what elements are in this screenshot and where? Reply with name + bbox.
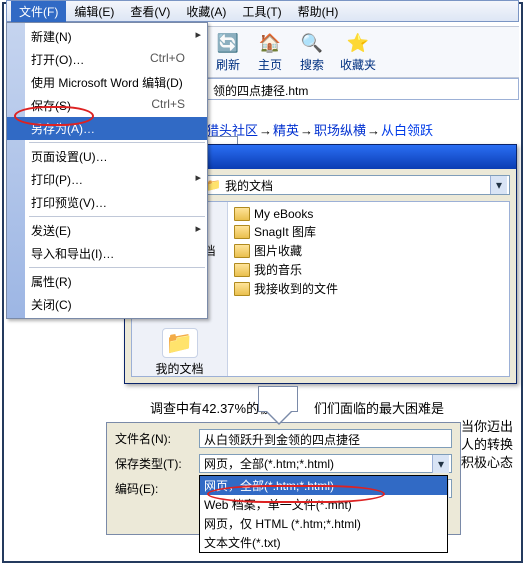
crumb-link[interactable]: 精英	[273, 123, 299, 138]
savetype-combo[interactable]: 网页，全部(*.htm;*.html)	[199, 454, 452, 473]
menu-item[interactable]: 新建(N)	[7, 25, 207, 48]
breadcrumb: 猎头社区→精英→职场纵横→从白领跃	[206, 120, 519, 139]
callout-arrow-icon	[258, 386, 298, 412]
toolbar-主页[interactable]: 🏠主页	[256, 32, 284, 73]
toolbar-收藏夹[interactable]: ⭐收藏夹	[340, 32, 376, 73]
home-icon: 🏠	[256, 32, 284, 56]
menu-edit[interactable]: 编辑(E)	[66, 1, 122, 22]
menu-tools[interactable]: 工具(T)	[234, 1, 289, 22]
menu-item[interactable]: 使用 Microsoft Word 编辑(D)	[7, 71, 207, 94]
folder-item[interactable]: My eBooks	[232, 206, 505, 222]
menu-item[interactable]: 发送(E)	[7, 219, 207, 242]
toolbar-label: 收藏夹	[340, 56, 376, 73]
folder-name: 我接收到的文件	[254, 280, 338, 297]
place-label: 我的文档	[138, 360, 222, 377]
crumb-link[interactable]: 职场纵横	[314, 123, 366, 138]
address-bar[interactable]: 领的四点捷径.htm	[206, 78, 519, 100]
folder-icon	[234, 207, 250, 221]
folder-item[interactable]: SnagIt 图库	[232, 222, 505, 241]
menu-item[interactable]: 另存为(A)…	[7, 117, 207, 140]
folder-icon	[234, 282, 250, 296]
menu-file[interactable]: 文件(F)	[11, 1, 66, 22]
menu-item[interactable]: 打开(O)…Ctrl+O	[7, 48, 207, 71]
folder-name: My eBooks	[254, 207, 313, 221]
toolbar-label: 主页	[258, 56, 282, 73]
savetype-label: 保存类型(T):	[115, 455, 193, 472]
menu-item[interactable]: 属性(R)	[7, 270, 207, 293]
file-menu: 新建(N)打开(O)…Ctrl+O使用 Microsoft Word 编辑(D)…	[6, 22, 208, 319]
menu-item[interactable]: 页面设置(U)…	[7, 145, 207, 168]
folder-name: SnagIt 图库	[254, 223, 316, 240]
folder-icon	[234, 244, 250, 258]
folder-icon	[234, 225, 250, 239]
savetype-option[interactable]: 网页，全部(*.htm;*.html)	[200, 476, 447, 495]
toolbar-搜索[interactable]: 🔍搜索	[298, 32, 326, 73]
folder-icon: 📁	[206, 178, 221, 192]
menu-fav[interactable]: 收藏(A)	[178, 1, 234, 22]
save-in-combo[interactable]: 📁 我的文档	[201, 175, 510, 195]
menu-item[interactable]: 打印预览(V)…	[7, 191, 207, 214]
savetype-dropdown[interactable]: 网页，全部(*.htm;*.html)Web 档案，单一文件(*.mht)网页，…	[199, 475, 448, 553]
file-list[interactable]: My eBooks SnagIt 图库图片收藏我的音乐我接收到的文件	[228, 202, 509, 376]
place-item[interactable]: 📁 我的文档	[138, 324, 222, 381]
menu-item[interactable]: 保存(S)Ctrl+S	[7, 94, 207, 117]
folder-name: 我的音乐	[254, 261, 302, 278]
toolbar-刷新[interactable]: 🔄刷新	[214, 32, 242, 73]
folder-name: 图片收藏	[254, 242, 302, 259]
toolbar-label: 刷新	[216, 56, 240, 73]
toolbar-label: 搜索	[300, 56, 324, 73]
folder-item[interactable]: 我接收到的文件	[232, 279, 505, 298]
save-options-panel: 文件名(N): 从白领跃升到金领的四点捷径 保存类型(T): 网页，全部(*.h…	[106, 422, 461, 535]
menu-item[interactable]: 关闭(C)	[7, 293, 207, 316]
savetype-option[interactable]: 网页，仅 HTML (*.htm;*.html)	[200, 514, 447, 533]
encoding-label: 编码(E):	[115, 480, 193, 497]
crumb-current: 从白领跃	[381, 123, 433, 138]
menubar: 文件(F) 编辑(E) 查看(V) 收藏(A) 工具(T) 帮助(H)	[6, 0, 519, 22]
folder-icon	[234, 263, 250, 277]
filename-label: 文件名(N):	[115, 430, 193, 447]
refresh-icon: 🔄	[214, 32, 242, 56]
menu-view[interactable]: 查看(V)	[122, 1, 178, 22]
menu-item[interactable]: 打印(P)…	[7, 168, 207, 191]
save-in-value: 我的文档	[225, 177, 273, 194]
menu-help[interactable]: 帮助(H)	[290, 1, 347, 22]
favorites-icon: ⭐	[344, 32, 372, 56]
folder-item[interactable]: 图片收藏	[232, 241, 505, 260]
savetype-option[interactable]: Web 档案，单一文件(*.mht)	[200, 495, 447, 514]
savetype-option[interactable]: 文本文件(*.txt)	[200, 533, 447, 552]
place-icon: 📁	[162, 328, 198, 358]
filename-input[interactable]: 从白领跃升到金领的四点捷径	[199, 429, 452, 448]
folder-item[interactable]: 我的音乐	[232, 260, 505, 279]
search-icon: 🔍	[298, 32, 326, 56]
menu-item[interactable]: 导入和导出(I)…	[7, 242, 207, 265]
toolbar: 🔄刷新 🏠主页 🔍搜索 ⭐收藏夹	[206, 26, 519, 78]
